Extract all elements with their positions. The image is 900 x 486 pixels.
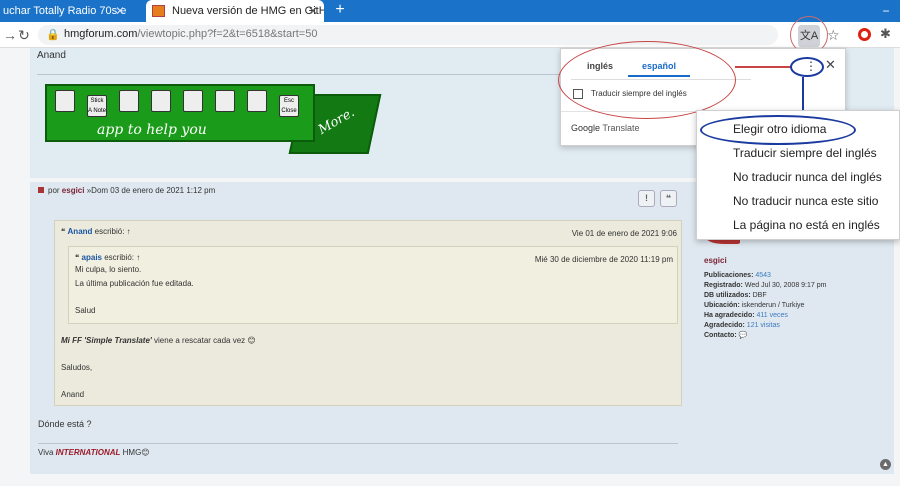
profile-row: DB utilizados: DBF: [704, 292, 767, 299]
clipboard-icon: [183, 90, 203, 112]
quote-header: ❝ Anand escribió: ↑: [61, 227, 131, 236]
quote-button[interactable]: ❝: [660, 190, 677, 207]
address-toolbar: → ↻ 🔒 hmgforum.com/viewtopic.php?f=2&t=6…: [0, 22, 900, 48]
google-translate-logo: Google Translate: [571, 123, 640, 133]
profile-row: Ha agradecido: 411 veces: [704, 312, 788, 319]
quote-header: ❝ apais escribió: ↑: [75, 253, 141, 262]
tab-title: uchar Totally Radio 70s e: [3, 5, 127, 17]
banner-body: Stick A Note Esc Close app to help you: [45, 84, 315, 142]
report-button[interactable]: !: [638, 190, 655, 207]
quote-text: Salud: [75, 306, 96, 315]
menu-item-never-translate-language[interactable]: No traducir nunca del inglés: [697, 165, 899, 189]
profile-username[interactable]: esgici: [704, 256, 826, 265]
quote-text: Anand: [61, 390, 85, 399]
lock-icon: 🔒: [46, 29, 60, 41]
annotation-red-ellipse: [558, 41, 736, 119]
menu-item-never-translate-site[interactable]: No traducir nunca este sitio: [697, 189, 899, 213]
annotation-red-line: [735, 66, 792, 68]
url-text: hmgforum.com/viewtopic.php?f=2&t=6518&st…: [64, 28, 318, 40]
clock-icon: [119, 90, 139, 112]
profile-row: Agradecido: 121 visitas: [704, 322, 780, 329]
trash-icon: [247, 90, 267, 112]
hmg-favicon-icon: [152, 5, 165, 17]
menu-item-always-translate[interactable]: Traducir siempre del inglés: [697, 141, 899, 165]
quote-block-anand: ❝ Anand escribió: ↑ Vie 01 de enero de 2…: [54, 220, 682, 406]
quote-text: La última publicación fue editada.: [75, 279, 194, 288]
tab-hmg[interactable]: Nueva versión de HMG en GitHu ✕: [146, 0, 324, 22]
quote-text: Mi FF 'Simple Translate' viene a rescata…: [61, 336, 256, 345]
scroll-top-icon[interactable]: ▲: [880, 459, 891, 470]
post-text: Dónde está ?: [38, 419, 92, 429]
profile-row: Registrado: Wed Jul 30, 2008 9:17 pm: [704, 282, 827, 289]
menu-item-not-english[interactable]: La página no está en inglés: [697, 213, 899, 237]
post-icon[interactable]: [38, 187, 44, 193]
opera-extension-icon[interactable]: [858, 28, 871, 41]
quote-block-apais: ❝ apais escribió: ↑ Mié 30 de diciembre …: [68, 246, 678, 324]
quote-date: Mié 30 de diciembre de 2020 11:19 pm: [534, 255, 673, 264]
profile-row: Ubicación: iskenderun / Turkiye: [704, 302, 805, 309]
bookmark-star-icon[interactable]: ☆: [827, 27, 840, 44]
quote-author-link[interactable]: Anand: [68, 227, 93, 236]
quote-text: Mi culpa, lo siento.: [75, 265, 142, 274]
esc-close-icon: Esc Close: [279, 95, 299, 117]
post-signature: Anand: [37, 50, 66, 61]
extensions-puzzle-icon[interactable]: ✱: [880, 26, 891, 42]
divider: [38, 443, 678, 444]
smiley-icon: 😊: [141, 448, 150, 457]
profile-info: esgici Publicaciones: 4543 Registrado: W…: [704, 256, 826, 341]
tab-radio[interactable]: uchar Totally Radio 70s e ✕: [0, 0, 140, 22]
annotation-blue-ring: [790, 57, 824, 77]
quote-author-link[interactable]: apais: [82, 253, 102, 262]
banner-icons: Stick A Note Esc Close: [55, 90, 311, 117]
profile-row: Contacto: 💬: [704, 332, 748, 339]
post-author-link[interactable]: esgici: [62, 186, 85, 195]
quote-date: Vie 01 de enero de 2021 9:06: [571, 229, 677, 238]
close-icon[interactable]: ✕: [825, 57, 836, 73]
quote-text: Saludos,: [61, 363, 93, 372]
banner-slogan: app to help you: [97, 122, 207, 138]
tools-icon: [151, 90, 171, 112]
annotation-blue-ellipse: [700, 115, 856, 145]
app-banner: Stick A NoteEsc Close app to help you Mo…: [45, 84, 382, 156]
close-icon[interactable]: ✕: [308, 0, 318, 22]
sticky-note-icon: Stick A Note: [87, 95, 107, 117]
calculator-icon: [215, 90, 235, 112]
post-meta: por esgici »Dom 03 de enero de 2021 1:12…: [38, 186, 215, 195]
new-tab-button[interactable]: +: [332, 0, 348, 22]
reload-icon[interactable]: ↻: [16, 26, 32, 44]
minimize-button[interactable]: −: [878, 0, 894, 22]
signature-text: Viva INTERNATIONAL HMG😊: [38, 448, 150, 457]
chat-icon[interactable]: 💬: [739, 332, 748, 339]
photo-icon: [55, 90, 75, 112]
smiley-icon: 😊: [247, 336, 256, 345]
profile-row: Publicaciones: 4543: [704, 272, 771, 279]
close-icon[interactable]: ✕: [115, 0, 125, 22]
tab-strip: uchar Totally Radio 70s e ✕ Nueva versió…: [0, 0, 900, 22]
tab-title: Nueva versión de HMG en GitHu: [172, 5, 324, 17]
